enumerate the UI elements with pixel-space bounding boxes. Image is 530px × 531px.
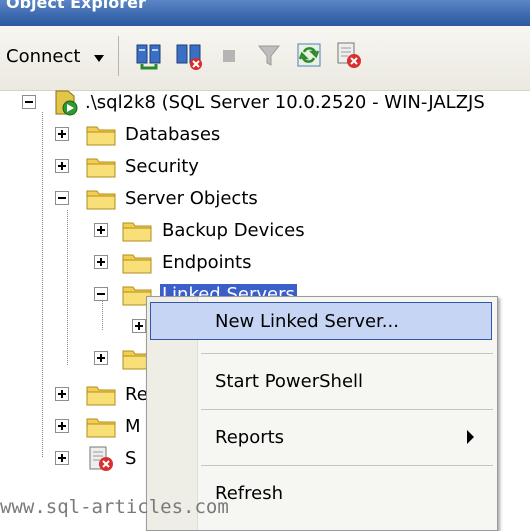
expand-toggle-triggers[interactable] <box>94 351 108 365</box>
connect-object-explorer-icon[interactable] <box>134 40 164 70</box>
tree-node-endpoints[interactable]: Endpoints <box>162 252 252 273</box>
menu-separator <box>201 353 493 354</box>
folder-icon <box>86 158 116 178</box>
folder-icon <box>86 126 116 146</box>
tree-node-sql-agent[interactable]: S <box>125 448 136 469</box>
menu-item-label: New Linked Server... <box>215 311 399 332</box>
refresh-icon[interactable] <box>294 40 324 70</box>
expand-toggle-replication[interactable] <box>55 387 69 401</box>
submenu-arrow-icon <box>467 430 474 444</box>
tree-node-security[interactable]: Security <box>125 156 199 177</box>
delete-icon[interactable] <box>334 40 364 70</box>
expand-toggle-security[interactable] <box>55 159 69 173</box>
tree-connector <box>67 210 68 365</box>
menu-item-label: Start PowerShell <box>215 371 364 392</box>
tree-node-databases[interactable]: Databases <box>125 124 220 145</box>
menu-item-new-linked-server[interactable]: New Linked Server... <box>147 301 497 341</box>
object-explorer-titlebar: Object Explorer <box>0 0 530 26</box>
tree-node-management[interactable]: M <box>125 416 141 437</box>
tree-connector <box>102 300 103 330</box>
watermark: www.sql-articles.com <box>0 496 229 518</box>
connect-dropdown-icon[interactable] <box>94 55 104 62</box>
folder-icon <box>86 418 116 438</box>
sql-agent-icon <box>89 446 113 471</box>
menu-item-start-powershell[interactable]: Start PowerShell <box>147 361 497 401</box>
expand-toggle-sql-agent[interactable] <box>55 451 69 465</box>
menu-item-label: Reports <box>215 427 285 448</box>
folder-icon <box>86 386 116 406</box>
folder-icon <box>86 190 116 210</box>
expand-toggle-linked-servers[interactable] <box>94 287 108 301</box>
stop-icon[interactable] <box>214 40 244 70</box>
menu-separator <box>201 465 493 466</box>
tree-node-backup-devices[interactable]: Backup Devices <box>162 220 305 241</box>
window-title: Object Explorer <box>6 0 146 12</box>
expand-toggle-root[interactable] <box>22 95 36 109</box>
menu-separator <box>201 409 493 410</box>
folder-icon <box>122 222 152 242</box>
server-icon <box>55 90 78 116</box>
folder-icon <box>122 254 152 274</box>
tree-node-server-objects[interactable]: Server Objects <box>125 188 258 209</box>
tree-node-replication[interactable]: Re <box>125 384 148 405</box>
connect-button[interactable]: Connect <box>6 46 80 67</box>
server-node-label[interactable]: .\sql2k8 (SQL Server 10.0.2520 - WIN-JAL… <box>85 92 485 113</box>
expand-toggle-linked-child[interactable] <box>132 319 146 333</box>
tree-connector <box>42 112 43 457</box>
toolbar-separator <box>118 36 119 76</box>
expand-toggle-server-objects[interactable] <box>55 191 69 205</box>
expand-toggle-databases[interactable] <box>55 127 69 141</box>
expand-toggle-management[interactable] <box>55 419 69 433</box>
disconnect-icon[interactable] <box>174 40 204 70</box>
menu-item-reports[interactable]: Reports <box>147 417 497 457</box>
filter-icon[interactable] <box>254 40 284 70</box>
expand-toggle-endpoints[interactable] <box>94 255 108 269</box>
expand-toggle-backup-devices[interactable] <box>94 223 108 237</box>
